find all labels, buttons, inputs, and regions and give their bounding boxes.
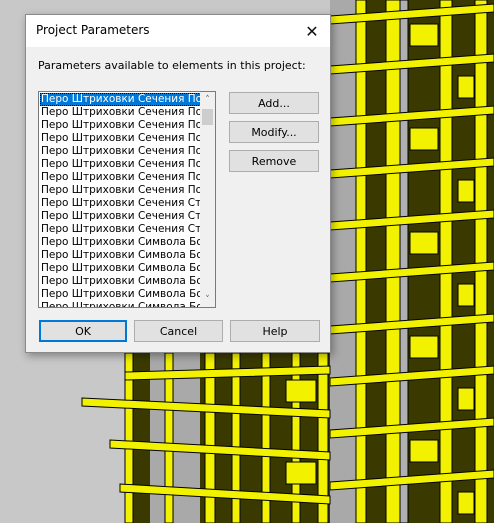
parameter-list-item[interactable]: Перо Штриховки Символа Боко <box>40 249 201 262</box>
parameters-prompt-label: Parameters available to elements in this… <box>38 59 306 72</box>
parameter-list-item[interactable]: Перо Штриховки Сечения Став <box>40 223 201 236</box>
parameter-list-item[interactable]: Перо Штриховки Символа Боко <box>40 236 201 249</box>
parameter-list-item[interactable]: Перо Штриховки Сечения Став <box>40 197 201 210</box>
building-tower <box>329 0 494 523</box>
scroll-thumb[interactable] <box>202 109 213 125</box>
parameter-list-item[interactable]: Перо Штриховки Сечения Подо <box>40 106 201 119</box>
parameter-list-item[interactable]: Перо Штриховки Сечения Поро <box>40 171 201 184</box>
add-button[interactable]: Add... <box>229 92 319 114</box>
scroll-down-icon[interactable]: ˅ <box>200 292 215 307</box>
project-parameters-dialog: Project Parameters ✕ Parameters availabl… <box>25 14 331 353</box>
list-vertical-scrollbar[interactable]: ˄ ˅ <box>200 92 215 307</box>
parameter-list-item[interactable]: Перо Штриховки Сечения Поро <box>40 158 201 171</box>
scroll-up-icon[interactable]: ˄ <box>200 92 215 107</box>
dialog-title: Project Parameters <box>36 23 150 37</box>
close-icon[interactable]: ✕ <box>294 15 330 47</box>
parameter-list-item[interactable]: Перо Штриховки Символа Боко <box>40 275 201 288</box>
ok-button[interactable]: OK <box>39 320 127 342</box>
parameter-list-item[interactable]: Перо Штриховки Сечения Подо <box>40 93 201 106</box>
parameter-list-item[interactable]: Перо Штриховки Сечения Подо <box>40 132 201 145</box>
parameter-list-item[interactable]: Перо Штриховки Символа Боко <box>40 262 201 275</box>
parameter-list-item[interactable]: Перо Штриховки Сечения Став <box>40 210 201 223</box>
remove-button[interactable]: Remove <box>229 150 319 172</box>
parameter-list-item[interactable]: Перо Штриховки Символа Боко <box>40 288 201 301</box>
help-button[interactable]: Help <box>230 320 320 342</box>
parameter-list-item[interactable]: Перо Штриховки Символа Боко <box>40 301 201 307</box>
dialog-titlebar[interactable]: Project Parameters ✕ <box>26 15 330 47</box>
parameters-listbox[interactable]: Перо Штриховки Сечения Подо Перо Штриховк… <box>38 91 216 308</box>
parameters-list-items: Перо Штриховки Сечения Подо Перо Штриховк… <box>40 93 201 307</box>
cancel-button[interactable]: Cancel <box>134 320 223 342</box>
parameter-list-item[interactable]: Перо Штриховки Сечения Поро <box>40 184 201 197</box>
modify-button[interactable]: Modify... <box>229 121 319 143</box>
parameter-list-item[interactable]: Перо Штриховки Сечения Подо <box>40 119 201 132</box>
parameter-list-item[interactable]: Перо Штриховки Сечения Поро <box>40 145 201 158</box>
